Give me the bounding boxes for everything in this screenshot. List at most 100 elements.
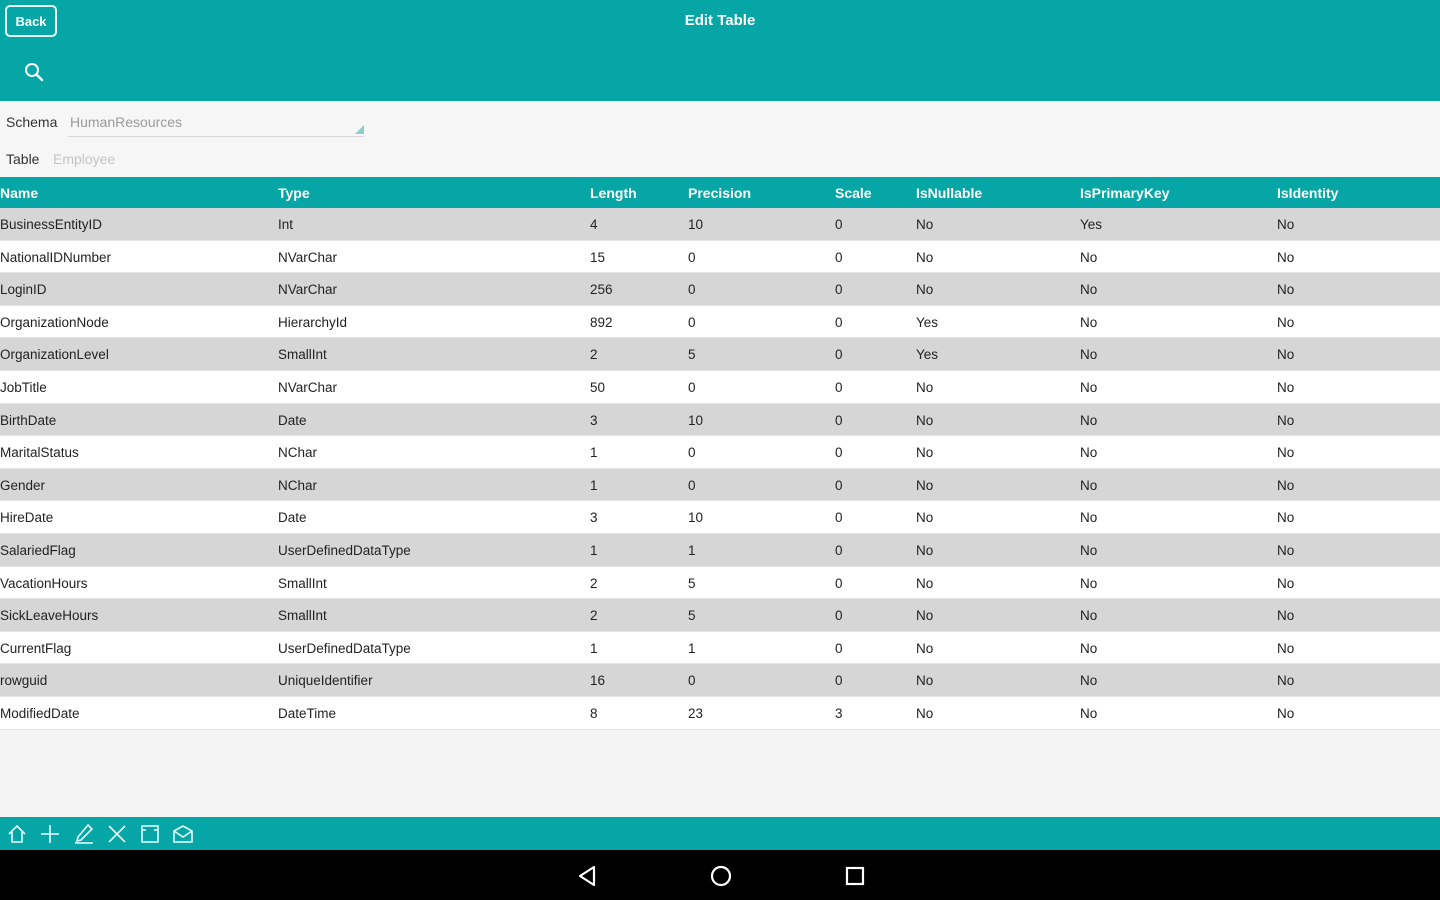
cell-scale: 3 (835, 705, 843, 721)
table-row[interactable]: ModifiedDate DateTime 8 23 3 No No No (0, 696, 1440, 730)
cell-isprimarykey: No (1080, 282, 1098, 298)
home-circle-icon[interactable] (708, 863, 734, 889)
back-triangle-icon[interactable] (574, 863, 600, 889)
table-row[interactable]: JobTitle NVarChar 50 0 0 No No No (0, 370, 1440, 404)
cell-scale: 0 (835, 510, 843, 526)
cell-precision: 23 (688, 705, 704, 721)
cell-isnullable: No (916, 640, 934, 656)
cell-scale: 0 (835, 608, 843, 624)
table-row[interactable]: MaritalStatus NChar 1 0 0 No No No (0, 436, 1440, 469)
table-row[interactable]: rowguid UniqueIdentifier 16 0 0 No No No (0, 664, 1440, 697)
cell-precision: 5 (688, 608, 696, 624)
cell-type: NVarChar (278, 282, 338, 298)
cell-type: SmallInt (278, 608, 327, 624)
cell-name: LoginID (0, 282, 47, 298)
cell-isidentity: No (1277, 705, 1295, 721)
cell-isidentity: No (1277, 445, 1295, 461)
cell-scale: 0 (835, 379, 843, 395)
cell-isidentity: No (1277, 510, 1295, 526)
cell-isprimarykey: No (1080, 673, 1098, 689)
home-icon[interactable] (5, 822, 29, 846)
cell-scale: 0 (835, 347, 843, 363)
cell-length: 2 (590, 575, 598, 591)
column-header-type[interactable]: Type (278, 185, 310, 201)
table-row[interactable]: Gender NChar 1 0 0 No No No (0, 468, 1440, 502)
cell-isnullable: Yes (916, 314, 939, 330)
cell-isidentity: No (1277, 282, 1295, 298)
column-header-scale[interactable]: Scale (835, 185, 872, 201)
cell-scale: 0 (835, 542, 843, 558)
table-row[interactable]: LoginID NVarChar 256 0 0 No No No (0, 273, 1440, 306)
cell-precision: 0 (688, 314, 696, 330)
cell-precision: 5 (688, 575, 696, 591)
bottom-toolbar (0, 817, 1440, 850)
cell-type: NChar (278, 477, 318, 493)
column-header-precision[interactable]: Precision (688, 185, 751, 201)
cell-precision: 1 (688, 542, 696, 558)
cell-isidentity: No (1277, 379, 1295, 395)
schema-select[interactable]: HumanResources (70, 114, 182, 130)
cell-isprimarykey: No (1080, 705, 1098, 721)
cell-precision: 10 (688, 217, 704, 232)
table-row[interactable]: NationalIDNumber NVarChar 15 0 0 No No No (0, 240, 1440, 274)
cell-name: VacationHours (0, 575, 88, 591)
cell-type: HierarchyId (278, 314, 348, 330)
close-icon[interactable] (105, 822, 129, 846)
dropdown-caret-icon[interactable] (355, 125, 364, 134)
cell-name: HireDate (0, 510, 54, 526)
table-row[interactable]: BusinessEntityID Int 4 10 0 No Yes No (0, 208, 1440, 241)
cell-type: DateTime (278, 705, 337, 721)
table-row[interactable]: OrganizationLevel SmallInt 2 5 0 Yes No No (0, 338, 1440, 371)
column-header-isnullable[interactable]: IsNullable (916, 185, 982, 201)
cell-length: 2 (590, 608, 598, 624)
recents-square-icon[interactable] (842, 863, 868, 889)
cell-isidentity: No (1277, 314, 1295, 330)
cell-name: ModifiedDate (0, 705, 80, 721)
cell-precision: 0 (688, 282, 696, 298)
schema-label: Schema (6, 114, 58, 130)
cell-precision: 0 (688, 249, 696, 265)
cell-isprimarykey: No (1080, 510, 1098, 526)
table-row[interactable]: OrganizationNode HierarchyId 892 0 0 Yes No No (0, 305, 1440, 339)
cell-length: 15 (590, 249, 606, 265)
mail-icon[interactable] (171, 822, 195, 846)
column-header-isprimarykey[interactable]: IsPrimaryKey (1080, 185, 1170, 201)
cell-length: 1 (590, 477, 598, 493)
cell-isnullable: No (916, 608, 934, 624)
table-row[interactable]: SickLeaveHours SmallInt 2 5 0 No No No (0, 599, 1440, 632)
cell-precision: 10 (688, 510, 704, 526)
cell-isnullable: Yes (916, 347, 939, 363)
cell-isnullable: No (916, 445, 934, 461)
table-row[interactable]: CurrentFlag UserDefinedDataType 1 1 0 No No No (0, 631, 1440, 665)
cell-precision: 0 (688, 445, 696, 461)
column-header-isidentity[interactable]: IsIdentity (1277, 185, 1338, 201)
cell-scale: 0 (835, 314, 843, 330)
columns-table: Name Type Length Precision Scale IsNulla… (0, 177, 1440, 730)
cell-type: UniqueIdentifier (278, 673, 373, 689)
system-navbar (0, 850, 1440, 900)
cell-isprimarykey: No (1080, 412, 1098, 428)
table-row[interactable]: BirthDate Date 3 10 0 No No No (0, 403, 1440, 437)
cell-isprimarykey: No (1080, 314, 1098, 330)
app-header: Back Edit Table (0, 0, 1440, 101)
cell-scale: 0 (835, 575, 843, 591)
cell-type: NVarChar (278, 249, 338, 265)
cell-type: NVarChar (278, 379, 338, 395)
cell-isprimarykey: No (1080, 608, 1098, 624)
cell-scale: 0 (835, 282, 843, 298)
column-header-length[interactable]: Length (590, 185, 637, 201)
cell-isnullable: No (916, 477, 934, 493)
search-icon[interactable] (23, 61, 45, 83)
table-row[interactable]: HireDate Date 3 10 0 No No No (0, 501, 1440, 534)
filter-panel: Schema HumanResources Table Employee (0, 101, 1440, 177)
cell-length: 1 (590, 640, 598, 656)
plus-icon[interactable] (38, 822, 62, 846)
clipboard-icon[interactable] (138, 822, 162, 846)
column-header-name[interactable]: Name (0, 185, 38, 201)
table-row[interactable]: VacationHours SmallInt 2 5 0 No No No (0, 566, 1440, 600)
cell-precision: 10 (688, 412, 704, 428)
cell-scale: 0 (835, 673, 843, 689)
table-field[interactable]: Employee (53, 151, 115, 167)
table-row[interactable]: SalariedFlag UserDefinedDataType 1 1 0 No No No (0, 533, 1440, 567)
edit-icon[interactable] (72, 822, 96, 846)
